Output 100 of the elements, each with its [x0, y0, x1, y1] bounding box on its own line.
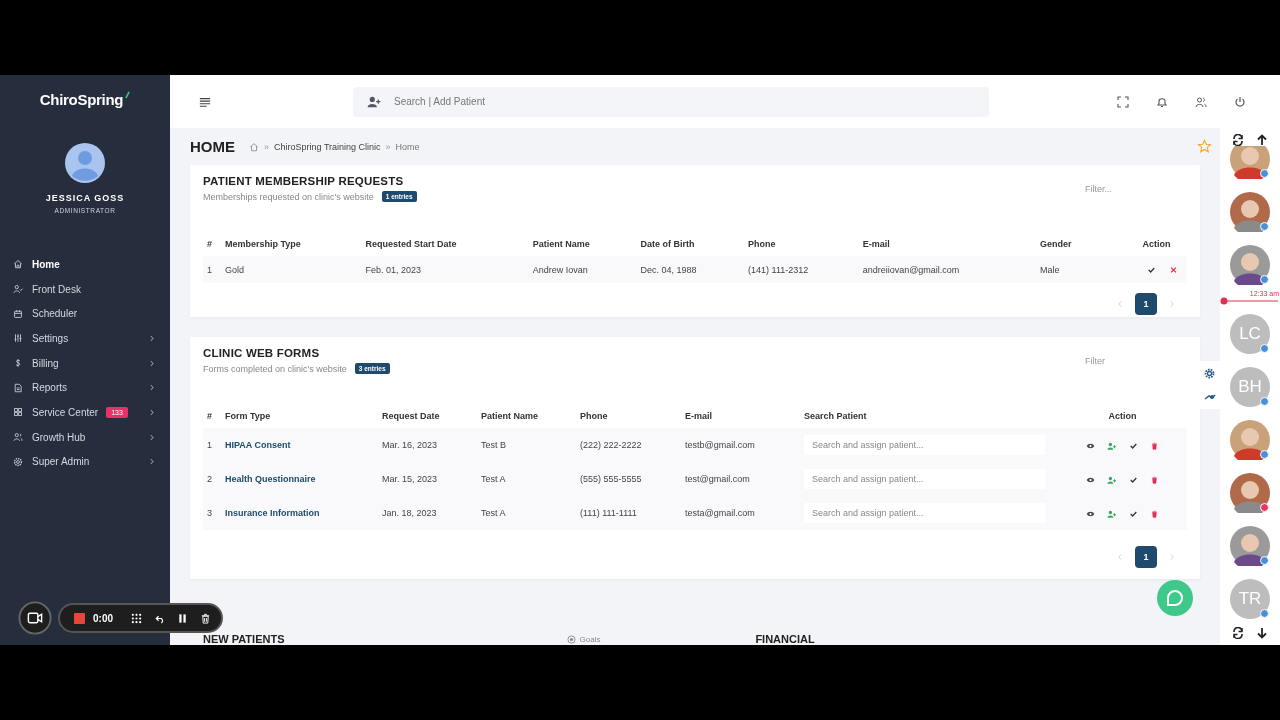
column-header: Phone	[744, 232, 859, 256]
section-title: NEW PATIENTS	[203, 633, 285, 645]
document-icon	[13, 382, 23, 393]
form-link[interactable]: HIPAA Consent	[225, 440, 291, 450]
column-header: Patient Name	[528, 232, 637, 256]
pause-icon[interactable]	[177, 612, 188, 624]
notifications-icon[interactable]	[1156, 95, 1168, 108]
power-icon[interactable]	[1234, 95, 1246, 108]
filter-field[interactable]: Filter	[1083, 355, 1187, 367]
column-header: Patient Name	[477, 404, 576, 428]
table-cell: Andrew Iovan	[528, 256, 637, 283]
table-cell: Jan. 18, 2023	[378, 496, 477, 530]
grid-icon[interactable]	[131, 612, 142, 624]
table-cell: Feb. 01, 2023	[361, 256, 529, 283]
camera-button[interactable]	[18, 601, 52, 635]
table-cell: (111) 111-1111	[576, 496, 681, 530]
section-subtitle: Forms completed on clinic's website	[203, 363, 347, 374]
close-icon[interactable]	[1169, 266, 1178, 275]
settings-icon[interactable]	[1204, 367, 1216, 379]
view-icon[interactable]	[1085, 441, 1095, 450]
section-title: PATIENT MEMBERSHIP REQUESTS	[203, 175, 405, 187]
check-icon[interactable]	[1128, 509, 1138, 518]
table-cell: Male	[1035, 256, 1139, 283]
sidebar-item[interactable]: Front Desk	[0, 276, 170, 302]
home-icon[interactable]	[249, 141, 259, 152]
sidebar-item[interactable]: Super Admin	[0, 449, 170, 475]
column-header: Requested Start Date	[361, 232, 529, 256]
connection-icon[interactable]	[1204, 391, 1216, 403]
column-header: E-mail	[681, 404, 800, 428]
sliders-icon	[13, 333, 23, 344]
column-header: Gender	[1035, 232, 1139, 256]
column-header: Search Patient	[800, 404, 1058, 428]
add-user-icon[interactable]	[1107, 441, 1117, 450]
column-header: Date of Birth	[636, 232, 745, 256]
star-icon[interactable]	[1197, 139, 1212, 154]
table-cell: testb@gmail.com	[681, 428, 800, 462]
column-header: Membership Type	[220, 232, 362, 256]
users-icon[interactable]	[1195, 95, 1207, 108]
target-icon	[567, 634, 577, 644]
table-cell: Mar. 16, 2023	[378, 428, 477, 462]
column-header: Action	[1138, 232, 1187, 256]
patient-search-field[interactable]: Search and assign patient...	[804, 435, 1045, 455]
view-icon[interactable]	[1085, 475, 1095, 484]
table-cell: Test A	[477, 462, 576, 496]
table-cell: Gold	[220, 256, 362, 283]
section-subtitle: Memberships requested on clinic's website	[203, 191, 374, 202]
check-icon[interactable]	[1147, 266, 1157, 275]
table-cell: 2	[203, 462, 221, 496]
filter-field[interactable]: Filter...	[1083, 183, 1187, 195]
sidebar-item[interactable]: Reports	[0, 375, 170, 401]
current-time-line	[1220, 297, 1278, 305]
page-button[interactable]: 1	[1135, 546, 1157, 568]
add-user-icon[interactable]	[1107, 475, 1117, 484]
menu-icon[interactable]	[199, 95, 211, 108]
check-icon[interactable]	[1128, 475, 1138, 484]
check-icon[interactable]	[1128, 441, 1138, 450]
user-avatar[interactable]	[65, 143, 105, 183]
sidebar-item[interactable]: Settings	[0, 326, 170, 351]
page-button[interactable]: 1	[1135, 293, 1157, 315]
home-icon	[13, 259, 23, 270]
fullscreen-icon[interactable]	[1117, 95, 1129, 108]
breadcrumb-current: Home	[395, 141, 420, 152]
form-link[interactable]: Insurance Information	[225, 508, 320, 518]
delete-icon[interactable]	[200, 612, 211, 624]
calendar-icon	[13, 308, 23, 319]
refresh-icon[interactable]	[1232, 627, 1244, 639]
form-link[interactable]: Health Questionnaire	[225, 474, 316, 484]
page-title: HOME	[190, 138, 235, 155]
table-cell: (555) 555-5555	[576, 462, 681, 496]
table-cell: (141) 111-2312	[744, 256, 859, 283]
breadcrumb-link[interactable]: ChiroSpring Training Clinic	[274, 141, 381, 152]
patient-search-field[interactable]: Search and assign patient...	[804, 469, 1045, 489]
table-cell: Dec. 04, 1988	[636, 256, 745, 283]
column-header: Action	[1058, 404, 1187, 428]
stop-button[interactable]	[74, 612, 85, 624]
search-field[interactable]: Search | Add Patient	[353, 86, 989, 117]
recording-timer: 0:00	[93, 612, 113, 624]
patient-search-field[interactable]: Search and assign patient...	[804, 503, 1045, 523]
sidebar-item[interactable]: Growth Hub	[0, 424, 170, 450]
column-header: #	[203, 404, 221, 428]
breadcrumb-separator: »	[264, 141, 269, 152]
sidebar-item[interactable]: Scheduler	[0, 301, 170, 327]
arrow-down-icon[interactable]	[1256, 627, 1268, 639]
arrow-up-icon[interactable]	[1256, 134, 1268, 146]
table-cell: 1	[203, 428, 221, 462]
column-header: E-mail	[858, 232, 1036, 256]
dollar-icon	[13, 358, 23, 369]
column-header: #	[203, 232, 221, 256]
sidebar-item[interactable]: Billing	[0, 350, 170, 376]
sidebar-item[interactable]: Home	[0, 252, 170, 277]
add-user-icon[interactable]	[367, 95, 381, 108]
app-logo[interactable]: ChiroSpring	[39, 91, 124, 108]
table-cell: Test A	[477, 496, 576, 530]
add-user-icon[interactable]	[1107, 509, 1117, 518]
view-icon[interactable]	[1085, 509, 1095, 518]
refresh-icon[interactable]	[1232, 134, 1244, 146]
table-cell: Test B	[477, 428, 576, 462]
goals-link[interactable]: Goals	[579, 634, 601, 644]
grid-icon	[13, 407, 23, 418]
section-title: CLINIC WEB FORMS	[203, 347, 321, 359]
